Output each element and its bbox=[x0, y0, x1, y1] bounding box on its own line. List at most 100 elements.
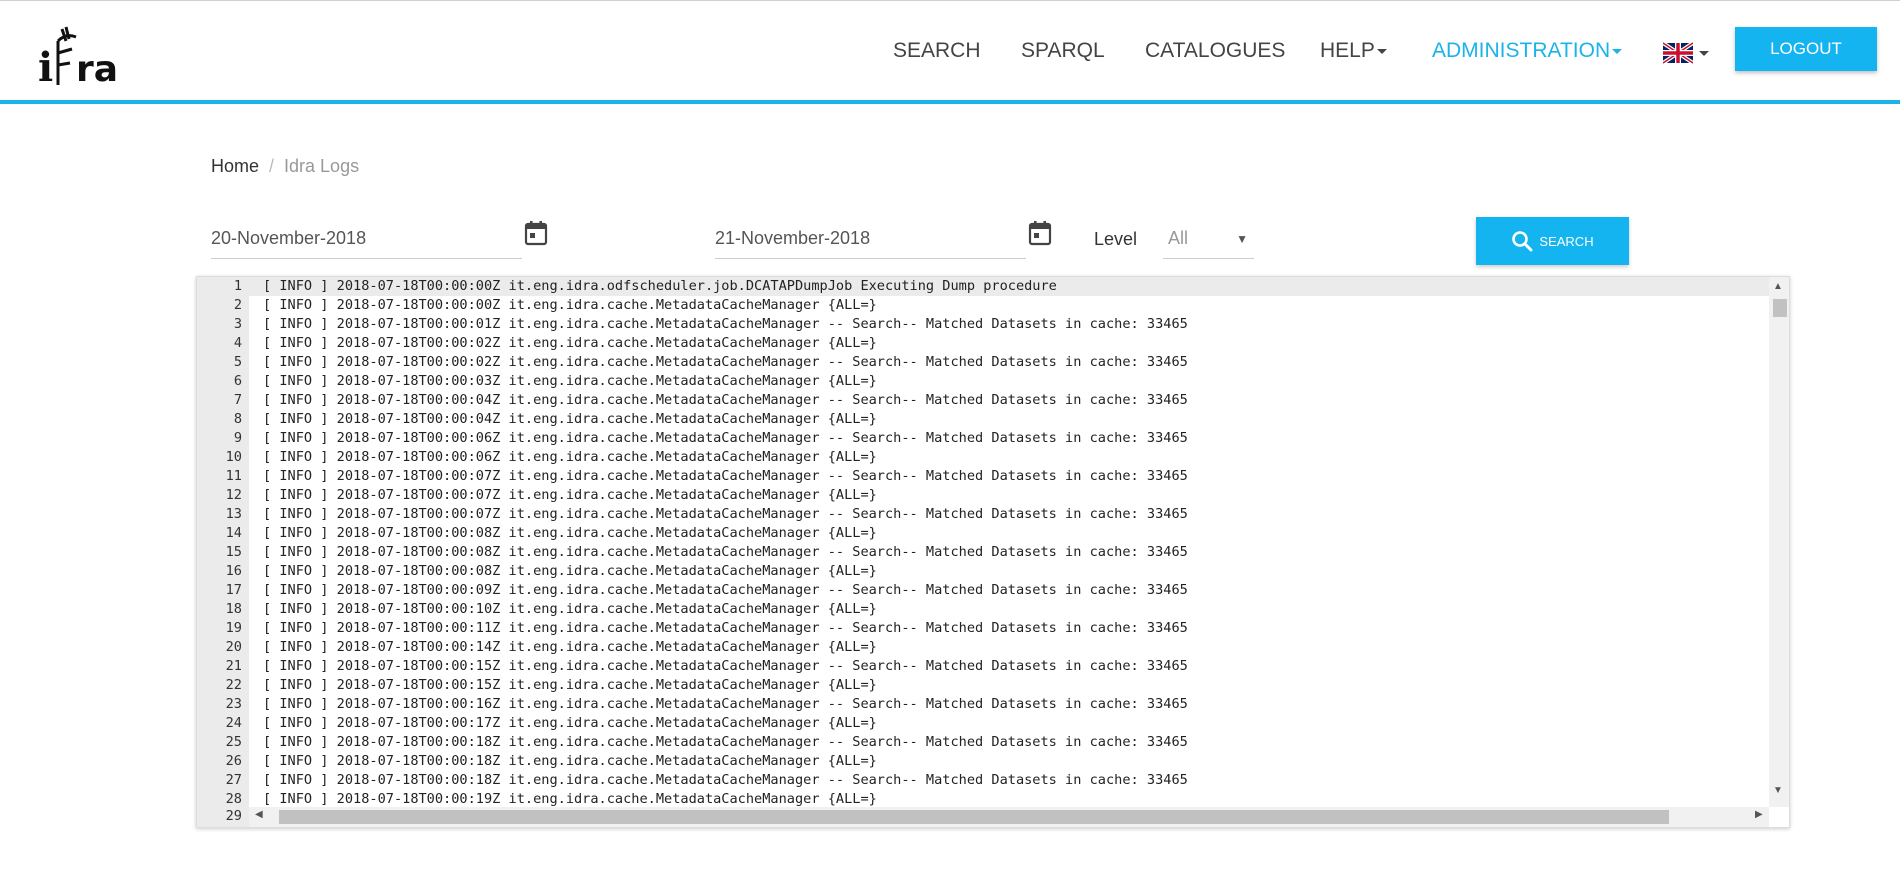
log-line: 15 [ INFO ] 2018-07-18T00:00:08Z it.eng.i… bbox=[197, 543, 1769, 562]
log-line: 2 [ INFO ] 2018-07-18T00:00:00Z it.eng.id… bbox=[197, 296, 1769, 315]
scroll-up-icon[interactable]: ▲ bbox=[1773, 281, 1783, 292]
log-text: [ INFO ] 2018-07-18T00:00:11Z it.eng.idr… bbox=[263, 620, 1188, 636]
line-number: 9 bbox=[233, 430, 242, 446]
log-line: 1 [ INFO ] 2018-07-18T00:00:00Z it.eng.id… bbox=[197, 277, 1769, 296]
breadcrumb: Home / Idra Logs bbox=[211, 156, 359, 177]
horizontal-scrollbar[interactable]: ◀ ▶ bbox=[249, 807, 1769, 827]
log-line: 5 [ INFO ] 2018-07-18T00:00:02Z it.eng.id… bbox=[197, 353, 1769, 372]
breadcrumb-separator: / bbox=[269, 156, 275, 176]
log-line: 7 [ INFO ] 2018-07-18T00:00:04Z it.eng.id… bbox=[197, 391, 1769, 410]
line-number: 17 bbox=[225, 582, 242, 598]
breadcrumb-current: Idra Logs bbox=[284, 156, 360, 176]
nav-catalogues[interactable]: CATALOGUES bbox=[1145, 39, 1285, 63]
horizontal-scroll-thumb[interactable] bbox=[279, 810, 1669, 824]
line-number: 4 bbox=[233, 335, 242, 351]
log-text: [ INFO ] 2018-07-18T00:00:07Z it.eng.idr… bbox=[263, 506, 1188, 522]
log-text: [ INFO ] 2018-07-18T00:00:09Z it.eng.idr… bbox=[263, 582, 1188, 598]
line-number: 13 bbox=[225, 506, 242, 522]
line-number: 24 bbox=[225, 715, 242, 731]
log-line: 14 [ INFO ] 2018-07-18T00:00:08Z it.eng.i… bbox=[197, 524, 1769, 543]
svg-text:ra: ra bbox=[76, 49, 118, 89]
log-text: [ INFO ] 2018-07-18T00:00:06Z it.eng.idr… bbox=[263, 449, 877, 465]
line-number: 29 bbox=[225, 808, 242, 824]
log-text: [ INFO ] 2018-07-18T00:00:01Z it.eng.idr… bbox=[263, 316, 1188, 332]
line-number: 25 bbox=[225, 734, 242, 750]
log-text: [ INFO ] 2018-07-18T00:00:07Z it.eng.idr… bbox=[263, 487, 877, 503]
line-number: 12 bbox=[225, 487, 242, 503]
log-text: [ INFO ] 2018-07-18T00:00:08Z it.eng.idr… bbox=[263, 525, 877, 541]
log-text: [ INFO ] 2018-07-18T00:00:07Z it.eng.idr… bbox=[263, 468, 1188, 484]
scroll-right-icon[interactable]: ▶ bbox=[1755, 809, 1763, 820]
log-line: 18 [ INFO ] 2018-07-18T00:00:10Z it.eng.i… bbox=[197, 600, 1769, 619]
line-number: 26 bbox=[225, 753, 242, 769]
nav-search[interactable]: SEARCH bbox=[893, 39, 981, 63]
log-text: [ INFO ] 2018-07-18T00:00:00Z it.eng.idr… bbox=[263, 297, 877, 313]
breadcrumb-home[interactable]: Home bbox=[211, 156, 259, 176]
log-line: 20 [ INFO ] 2018-07-18T00:00:14Z it.eng.i… bbox=[197, 638, 1769, 657]
scroll-down-icon[interactable]: ▼ bbox=[1773, 785, 1783, 796]
idra-logo[interactable]: i ra bbox=[36, 19, 120, 89]
log-text: [ INFO ] 2018-07-18T00:00:15Z it.eng.idr… bbox=[263, 677, 877, 693]
level-select[interactable]: All ▼ bbox=[1163, 222, 1254, 259]
log-line: 4 [ INFO ] 2018-07-18T00:00:02Z it.eng.id… bbox=[197, 334, 1769, 353]
log-text: [ INFO ] 2018-07-18T00:00:08Z it.eng.idr… bbox=[263, 544, 1188, 560]
vertical-scrollbar[interactable]: ▲ ▼ bbox=[1769, 277, 1789, 807]
log-line: 22 [ INFO ] 2018-07-18T00:00:15Z it.eng.i… bbox=[197, 676, 1769, 695]
log-text: [ INFO ] 2018-07-18T00:00:08Z it.eng.idr… bbox=[263, 563, 877, 579]
top-navbar: i ra SEARCH SPARQL CATALOGUES HELP ADMIN… bbox=[0, 0, 1900, 104]
log-line: 16 [ INFO ] 2018-07-18T00:00:08Z it.eng.i… bbox=[197, 562, 1769, 581]
search-button-label: SEARCH bbox=[1539, 233, 1594, 249]
scroll-left-icon[interactable]: ◀ bbox=[255, 809, 263, 820]
log-line: 27 [ INFO ] 2018-07-18T00:00:18Z it.eng.i… bbox=[197, 771, 1769, 790]
log-line: 13 [ INFO ] 2018-07-18T00:00:07Z it.eng.i… bbox=[197, 505, 1769, 524]
line-number: 16 bbox=[225, 563, 242, 579]
log-text: [ INFO ] 2018-07-18T00:00:00Z it.eng.idr… bbox=[263, 278, 1057, 294]
log-text: [ INFO ] 2018-07-18T00:00:02Z it.eng.idr… bbox=[263, 335, 877, 351]
calendar-icon[interactable] bbox=[524, 220, 548, 246]
log-lines: 1 [ INFO ] 2018-07-18T00:00:00Z it.eng.id… bbox=[197, 277, 1769, 809]
level-selected-value: All bbox=[1168, 228, 1189, 248]
line-number: 5 bbox=[233, 354, 242, 370]
log-text: [ INFO ] 2018-07-18T00:00:14Z it.eng.idr… bbox=[263, 639, 877, 655]
log-line: 8 [ INFO ] 2018-07-18T00:00:04Z it.eng.id… bbox=[197, 410, 1769, 429]
line-number: 18 bbox=[225, 601, 242, 617]
nav-administration[interactable]: ADMINISTRATION bbox=[1432, 39, 1623, 63]
nav-help[interactable]: HELP bbox=[1320, 39, 1387, 63]
line-number: 7 bbox=[233, 392, 242, 408]
calendar-icon[interactable] bbox=[1028, 220, 1052, 246]
uk-flag-icon[interactable] bbox=[1663, 42, 1693, 64]
log-text: [ INFO ] 2018-07-18T00:00:18Z it.eng.idr… bbox=[263, 772, 1188, 788]
line-number: 27 bbox=[225, 772, 242, 788]
log-line: 24 [ INFO ] 2018-07-18T00:00:17Z it.eng.i… bbox=[197, 714, 1769, 733]
language-chevron-down-icon[interactable] bbox=[1699, 51, 1709, 56]
end-date-input[interactable]: 21-November-2018 bbox=[715, 222, 1026, 259]
log-text: [ INFO ] 2018-07-18T00:00:04Z it.eng.idr… bbox=[263, 392, 1188, 408]
vertical-scroll-thumb[interactable] bbox=[1773, 299, 1787, 317]
dropdown-arrow-icon: ▼ bbox=[1236, 232, 1248, 246]
log-line: 9 [ INFO ] 2018-07-18T00:00:06Z it.eng.id… bbox=[197, 429, 1769, 448]
log-line: 3 [ INFO ] 2018-07-18T00:00:01Z it.eng.id… bbox=[197, 315, 1769, 334]
log-text: [ INFO ] 2018-07-18T00:00:02Z it.eng.idr… bbox=[263, 354, 1188, 370]
log-text: [ INFO ] 2018-07-18T00:00:16Z it.eng.idr… bbox=[263, 696, 1188, 712]
line-number: 2 bbox=[233, 297, 242, 313]
log-line: 11 [ INFO ] 2018-07-18T00:00:07Z it.eng.i… bbox=[197, 467, 1769, 486]
log-text: [ INFO ] 2018-07-18T00:00:18Z it.eng.idr… bbox=[263, 734, 1188, 750]
log-text: [ INFO ] 2018-07-18T00:00:17Z it.eng.idr… bbox=[263, 715, 877, 731]
nav-sparql[interactable]: SPARQL bbox=[1021, 39, 1105, 63]
line-number: 8 bbox=[233, 411, 242, 427]
line-number: 10 bbox=[225, 449, 242, 465]
line-number: 20 bbox=[225, 639, 242, 655]
log-text: [ INFO ] 2018-07-18T00:00:15Z it.eng.idr… bbox=[263, 658, 1188, 674]
log-line: 6 [ INFO ] 2018-07-18T00:00:03Z it.eng.id… bbox=[197, 372, 1769, 391]
line-number: 23 bbox=[225, 696, 242, 712]
search-button[interactable]: SEARCH bbox=[1476, 217, 1629, 265]
chevron-down-icon bbox=[1376, 48, 1387, 54]
log-viewer[interactable]: 1 [ INFO ] 2018-07-18T00:00:00Z it.eng.id… bbox=[196, 276, 1790, 828]
log-text: [ INFO ] 2018-07-18T00:00:03Z it.eng.idr… bbox=[263, 373, 877, 389]
logout-button[interactable]: LOGOUT bbox=[1735, 27, 1877, 71]
line-number: 15 bbox=[225, 544, 242, 560]
svg-text:i: i bbox=[38, 44, 53, 89]
level-label: Level bbox=[1094, 229, 1138, 249]
start-date-input[interactable]: 20-November-2018 bbox=[211, 222, 522, 259]
log-line: 26 [ INFO ] 2018-07-18T00:00:18Z it.eng.i… bbox=[197, 752, 1769, 771]
